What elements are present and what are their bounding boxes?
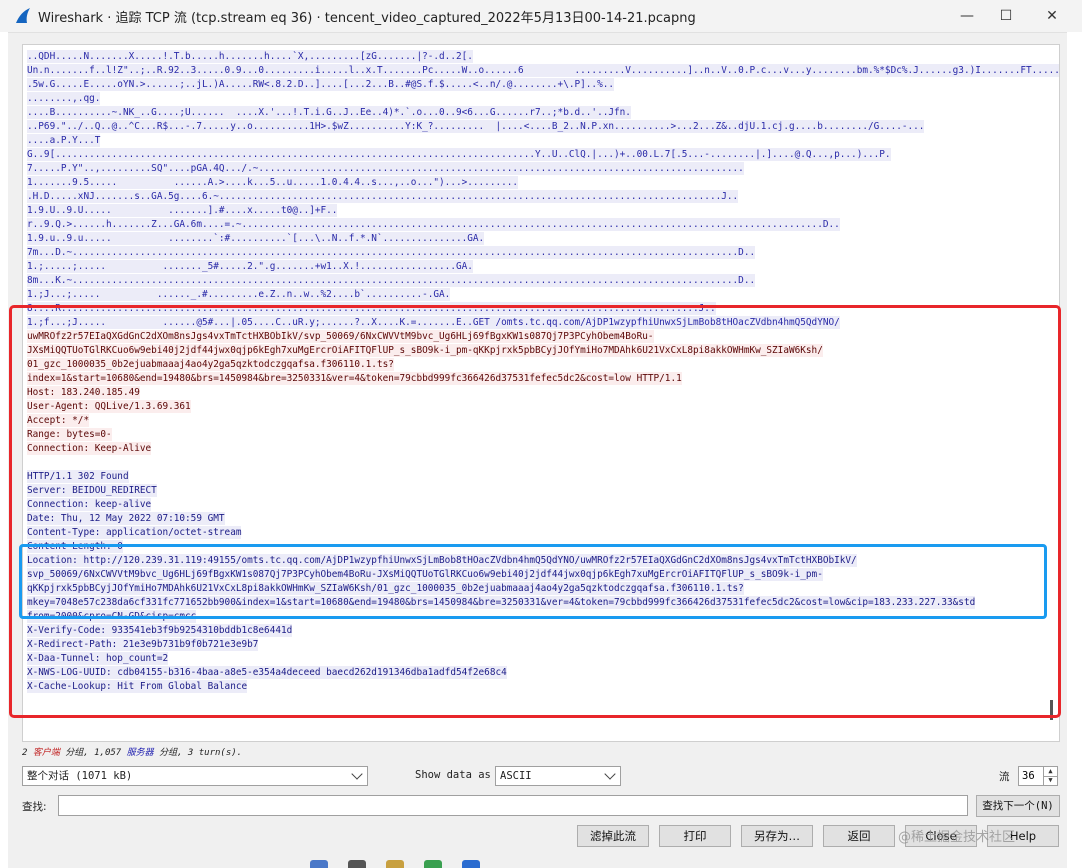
client-stream-line: r..9.Q.>......h.......Z...GA.6m....=.~..… — [27, 218, 840, 231]
server-response-line: X-Redirect-Path: 21e3e9b731b9f0b721e3e9b… — [27, 638, 259, 651]
client-stream-line: ..P69."../..Q..@..^C...R$...-.7.....y..o… — [27, 120, 925, 133]
find-next-button[interactable]: 查找下一个(N) — [976, 795, 1060, 817]
conversation-select-value: 整个对话 (1071 kB) — [27, 770, 133, 782]
print-button[interactable]: 打印 — [659, 825, 731, 847]
find-input[interactable] — [58, 795, 968, 816]
server-response-line: Content-Length: 0 — [27, 540, 123, 553]
taskbar-app-icon[interactable] — [348, 860, 366, 868]
client-stream-line: 7m...D.~................................… — [27, 246, 756, 259]
server-response-line: X-NWS-LOG-UUID: cdb04155-b316-4baa-a8e5-… — [27, 666, 507, 679]
client-stream-line: ........,.qg. — [27, 92, 101, 105]
find-label: 查找: — [22, 801, 47, 813]
taskbar-app-icon[interactable] — [462, 860, 480, 868]
stats-mid1: 分组, 1,057 — [59, 748, 127, 758]
follow-tcp-stream-window: Wireshark · 追踪 TCP 流 (tcp.stream eq 36) … — [0, 0, 1082, 868]
server-response-line: Content-Type: application/octet-stream — [27, 526, 242, 539]
client-stream-line: .5w.G.....E.....oYN.>......;..jL.)A.....… — [27, 78, 614, 91]
client-request-line: User-Agent: QQLive/1.3.69.361 — [27, 400, 191, 413]
client-request-line: Accept: */* — [27, 414, 90, 427]
stream-stats: 2 客户端 分组, 1,057 服务器 分组, 3 turn(s). — [22, 745, 242, 758]
server-response-line: mkey=7048e57c238da6cf331fc771652bb900&in… — [27, 596, 976, 609]
taskbar-app-icon[interactable] — [310, 860, 328, 868]
client-stream-line: 8....R..................................… — [27, 302, 716, 315]
stream-content-pane[interactable]: ..QDH.....N.......X.....!.T.b.....h.....… — [22, 44, 1060, 742]
taskbar-app-icon[interactable] — [424, 860, 442, 868]
stream-number-value: 36 — [1022, 770, 1035, 782]
server-response-line: Server: BEIDOU_REDIRECT — [27, 484, 157, 497]
server-response-line: Date: Thu, 12 May 2022 07:10:59 GMT — [27, 512, 225, 525]
client-request-line: Host: 183.240.185.49 — [27, 386, 140, 399]
stats-client-label: 客户端 — [32, 748, 60, 758]
background-window-left-edge — [0, 32, 8, 868]
maximize-button[interactable]: ☐ — [983, 0, 1029, 32]
wireshark-fin-icon — [16, 8, 30, 23]
client-stream-line: G..9[...................................… — [27, 148, 891, 161]
watermark: @稀土掘金技术社区 — [898, 830, 1016, 845]
client-stream-line: ....a.P.Y...T — [27, 134, 101, 147]
client-request-line: uwMROfz2r57EIaQXGdGnC2dXOm8nsJgs4vxTmTct… — [27, 330, 654, 343]
client-stream-line: 1.;f...;J..... ......@5#...|.05....C..uR… — [27, 316, 840, 329]
server-response-line: from=2000&cpro=CN-GD&cisp=cmcc — [27, 610, 197, 623]
client-stream-line: 8m...K.~................................… — [27, 274, 756, 287]
client-stream-line: 1.;J...;..... ......_.#.........e.Z..n..… — [27, 288, 451, 301]
filter-out-stream-button[interactable]: 滤掉此流 — [577, 825, 649, 847]
client-stream-line: Un.n.......f..l!Z"..;..R.92..3.....0.9..… — [27, 64, 1059, 77]
client-stream-line: 7.....P.Y"..,.........SQ"....pGA.4Q.../.… — [27, 162, 744, 175]
server-response-line: Connection: keep-alive — [27, 498, 152, 511]
spin-down-icon[interactable]: ▼ — [1043, 776, 1057, 785]
client-request-line: JXsMiQQTUoTGlRKCuo6w9ebi40j2jdf44jwx0qjp… — [27, 344, 823, 357]
client-request-line: 01_gzc_1000035_0b2ejuabmaaaj4ao4y2ga5qzk… — [27, 358, 394, 371]
conversation-select[interactable]: 整个对话 (1071 kB) — [22, 766, 368, 786]
client-stream-line: .H.D.....xNJ.......s..GA.5g....6.~......… — [27, 190, 739, 203]
client-request-line: index=1&start=10680&end=19480&brs=145098… — [27, 372, 682, 385]
stream-number-spinbox[interactable]: 36 ▲ ▼ — [1018, 766, 1058, 786]
server-response-line: HTTP/1.1 302 Found — [27, 470, 129, 483]
client-stream-line: 1.;.....;..... ......._5#.....2.".g.....… — [27, 260, 473, 273]
save-as-button[interactable]: 另存为… — [741, 825, 813, 847]
window-title: Wireshark · 追踪 TCP 流 (tcp.stream eq 36) … — [38, 11, 696, 26]
client-stream-line: ....B..........~.NK_..G....;U...... ....… — [27, 106, 631, 119]
stats-prefix: 2 — [22, 748, 33, 758]
show-data-as-value: ASCII — [500, 770, 532, 782]
server-response-line: Location: http://120.239.31.119:49155/om… — [27, 554, 857, 567]
client-stream-line: ..QDH.....N.......X.....!.T.b.....h.....… — [27, 50, 473, 63]
stats-server-label: 服务器 — [126, 748, 154, 758]
taskbar-fragment — [300, 860, 580, 868]
close-window-button[interactable]: ✕ — [1029, 0, 1075, 32]
minimize-icon: — — [960, 8, 974, 24]
stream-scrollbar-thumb[interactable] — [1050, 700, 1053, 720]
client-request-line: Connection: Keep-Alive — [27, 442, 152, 455]
client-stream-line: 1.9.u..9.u..... ........`:#..........`[.… — [27, 232, 485, 245]
back-button[interactable]: 返回 — [823, 825, 895, 847]
stream-number-label: 流 — [999, 771, 1010, 783]
server-response-line: X-Verify-Code: 933541eb3f9b9254310bddb1c… — [27, 624, 293, 637]
server-response-line: svp_50069/6NxCWVVtM9bvc_Ug6HLj69fBgxKW1s… — [27, 568, 823, 581]
server-response-line: X-Daa-Tunnel: hop_count=2 — [27, 652, 169, 665]
client-stream-line: 1.9.U..9.U..... .......].#....x.....t0@.… — [27, 204, 338, 217]
client-request-line: Range: bytes=0- — [27, 428, 112, 441]
chevron-down-icon — [351, 768, 363, 780]
maximize-icon: ☐ — [999, 8, 1013, 24]
taskbar-app-icon[interactable] — [386, 860, 404, 868]
title-bar: Wireshark · 追踪 TCP 流 (tcp.stream eq 36) … — [0, 0, 1082, 33]
server-response-line: qKKpjrxk5pbBCyjJOfYmiHo7MDAhk6U21VxCxL8p… — [27, 582, 744, 595]
show-data-as-select[interactable]: ASCII — [495, 766, 621, 786]
background-window-right-edge — [1067, 32, 1082, 868]
close-icon: ✕ — [1046, 8, 1058, 24]
server-response-line: X-Cache-Lookup: Hit From Global Balance — [27, 680, 248, 693]
chevron-down-icon — [604, 768, 616, 780]
stats-mid2: 分组, 3 turn(s). — [153, 748, 243, 758]
show-data-as-label: Show data as — [415, 769, 491, 781]
client-stream-line: 1.......9.5..... ......A.>....k...5..u..… — [27, 176, 519, 189]
